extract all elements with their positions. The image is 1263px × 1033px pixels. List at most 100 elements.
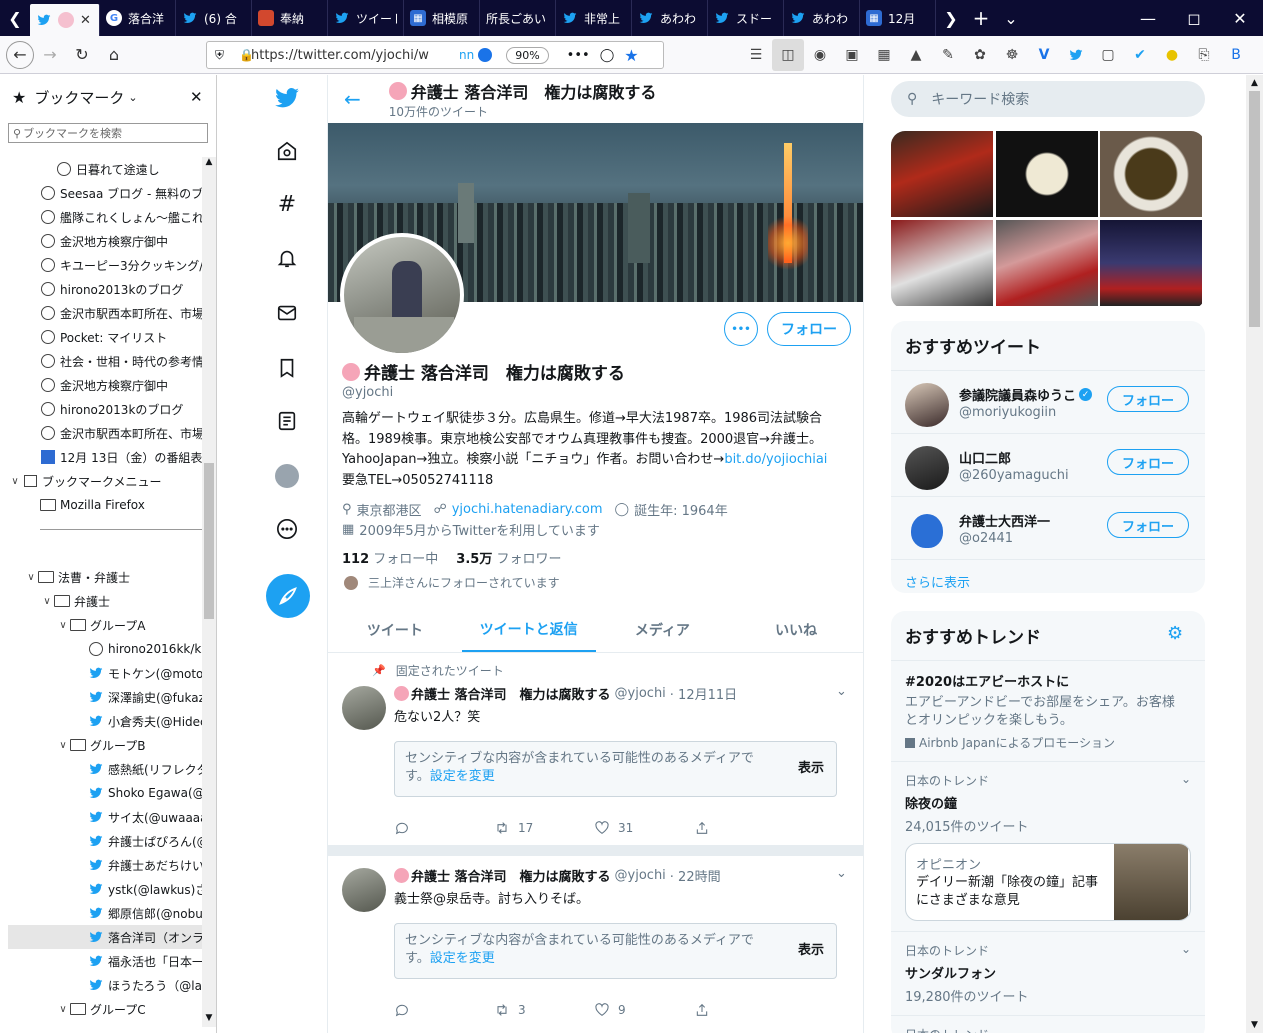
show-media-button[interactable]: 表示 [798,942,824,960]
bio-link[interactable]: bit.do/yojiochiai [724,452,827,467]
tab-9[interactable]: スドー [708,0,784,36]
chevron-down-icon[interactable]: ⌄ [128,91,137,104]
url-text[interactable]: https://twitter.com/yjochi/w [251,48,451,63]
bookmark-item[interactable]: ystk(@lawkus)さん [8,877,203,901]
chevron-down-icon[interactable]: ⌄ [1181,1026,1191,1033]
chevron-down-icon[interactable]: ∨ [24,572,38,583]
url-bar[interactable]: ⛨ 🔒 https://twitter.com/yjochi/w nn 90% … [206,41,664,69]
bookmark-item[interactable]: Shoko Egawa(@a [8,781,203,805]
opinion-card[interactable]: オピニオン デイリー新潮「除夜の鐘」記事 にさまざまな意見 [905,843,1191,921]
tweet-time[interactable]: · 12月11日 [670,684,737,703]
bookmark-item[interactable]: 郷原信郎(@nobu [8,901,203,925]
tweet-time[interactable]: · 22時間 [670,866,721,885]
bookmark-item[interactable]: hirono2013kのブログ [8,277,203,301]
chevron-down-icon[interactable]: ⌄ [1181,772,1191,786]
check-icon[interactable]: ✔ [1124,39,1156,71]
tab-8[interactable]: あわわ [632,0,708,36]
shield-icon[interactable]: ⛨ [215,48,224,63]
bookmark-item[interactable]: 日暮れて途遠し [8,157,203,181]
media-thumb[interactable] [1100,131,1202,217]
twitter-logo-icon[interactable] [274,85,300,111]
profile-avatar[interactable] [340,233,464,357]
settings-gear-icon[interactable]: ⚙ [1167,623,1183,644]
scroll-up-icon[interactable]: ▲ [202,157,216,171]
lists-icon[interactable] [274,408,300,434]
media-thumb[interactable] [891,220,993,306]
bookmark-search-input[interactable]: ⚲ ブックマークを検索 [8,123,208,143]
bookmark-item[interactable]: 小倉秀夫(@Hidec [8,709,203,733]
follow-button[interactable]: フォロー [1107,449,1189,475]
tab-10[interactable]: あわわ [784,0,860,36]
media-thumb[interactable] [996,220,1098,306]
bookmark-item[interactable]: 弁護士あだちけいた [8,853,203,877]
clipboard-icon[interactable]: ▢ [1092,39,1124,71]
web-archive-icon[interactable]: ☸ [996,39,1028,71]
bookmark-item[interactable]: 社会・世相・時代の参考情報 [8,349,203,373]
tab-scroll-left-icon[interactable]: ❮ [0,0,30,36]
following-link[interactable]: 112 フォロー中 [342,548,438,567]
bookmark-item[interactable]: 金沢地方検察庁御中 [8,229,203,253]
more-options-button[interactable]: ••• [724,312,758,346]
promoted-trend[interactable]: #2020はエアビーホストに エアビーアンドビーでお部屋をシェア。お客様 とオリン… [891,661,1205,762]
page-scrollbar[interactable]: ▲ ▼ [1246,75,1263,1033]
explore-icon[interactable]: # [274,191,300,217]
followers-link[interactable]: 3.5万 フォロワー [456,548,561,567]
tweet-author[interactable]: 弁護士 落合洋司 権力は腐敗する [411,684,611,703]
bookmark-item[interactable]: 深澤諭史(@fukaza [8,685,203,709]
bookmark-folder[interactable]: ∨ 弁護士 [8,589,203,613]
change-settings-link[interactable]: 設定を変更 [430,951,495,966]
bookmark-folder[interactable]: ∨ ブックマークメニュー [8,469,203,493]
bulb-icon[interactable]: ● [1156,39,1188,71]
bookmark-folder[interactable]: ∨ グループA [8,613,203,637]
extension-icon[interactable]: ▦ [868,39,900,71]
bookmark-folder[interactable]: ∨ グループB [8,733,203,757]
forward-icon[interactable]: → [34,39,66,71]
reload-icon[interactable]: ↻ [66,39,98,71]
avatar[interactable] [905,509,949,553]
bookmark-star-icon[interactable]: ★ [624,46,638,65]
retweet-button[interactable]: 17 [494,820,594,836]
sidebar-title[interactable]: ブックマーク [34,87,124,108]
share-button[interactable] [694,1002,794,1018]
bookmark-item[interactable]: Pocket: マイリスト [8,325,203,349]
close-icon[interactable]: ✕ [190,88,203,106]
avatar[interactable] [905,446,949,490]
avatar[interactable] [905,383,949,427]
profile-website[interactable]: yjochi.hatenadiary.com [452,502,603,517]
reco-item[interactable]: 参議院議員森ゆうこ ✓ @moriyukogiin フォロー [891,371,1205,434]
tab-7[interactable]: 非常上 [556,0,632,36]
bookmarks-icon[interactable] [274,355,300,381]
chevron-down-icon[interactable]: ⌄ [1181,942,1191,956]
home-icon[interactable] [274,138,300,164]
minimize-icon[interactable]: — [1125,0,1171,36]
library-icon[interactable]: ☰ [740,39,772,71]
like-button[interactable]: 9 [594,1002,694,1018]
bookmark-item[interactable]: 福永活也「日本一. [8,949,203,973]
bookmark-item[interactable]: ほうたろう（@lawy [8,973,203,997]
back-arrow-icon[interactable]: ← [344,87,361,111]
change-settings-link[interactable]: 設定を変更 [430,769,495,784]
bookmark-item[interactable]: 12月 13日（金）の番組表 [ [8,445,203,469]
puzzle-icon[interactable]: ✿ [964,39,996,71]
tab-close-icon[interactable]: ✕ [80,13,91,28]
tab-3[interactable]: 奉納 [252,0,328,36]
reply-button[interactable] [394,820,494,836]
maximize-icon[interactable]: ◻ [1171,0,1217,36]
bookmark-item[interactable]: 金沢市駅西本町所在、市場 [8,421,203,445]
bookmark-folder[interactable]: Mozilla Firefox [8,493,203,517]
tab-tweets[interactable]: ツイート [328,607,462,652]
follow-button[interactable]: フォロー [1107,512,1189,538]
bookmark-item[interactable]: hirono2013kのブログ [8,397,203,421]
sidebar-toggle-icon[interactable]: ◫ [772,39,804,71]
chevron-down-icon[interactable]: ⌄ [836,866,847,881]
more-icon[interactable] [274,516,300,542]
bookmark-item[interactable]: 艦隊これくしょん～艦これ～ - [8,205,203,229]
new-tab-icon[interactable]: + [966,0,996,36]
tweet-avatar[interactable] [342,868,386,912]
tab-6[interactable]: 所長ごあい [480,0,556,36]
follow-button[interactable]: フォロー [767,312,851,346]
chevron-down-icon[interactable]: ∨ [8,476,22,487]
trend-item[interactable]: 日本のトレンド ⌄ サンダルフォン 19,280件のツイート [891,932,1205,1016]
chevron-down-icon[interactable]: ∨ [56,1004,70,1015]
tab-0[interactable]: ✕ [30,4,100,36]
